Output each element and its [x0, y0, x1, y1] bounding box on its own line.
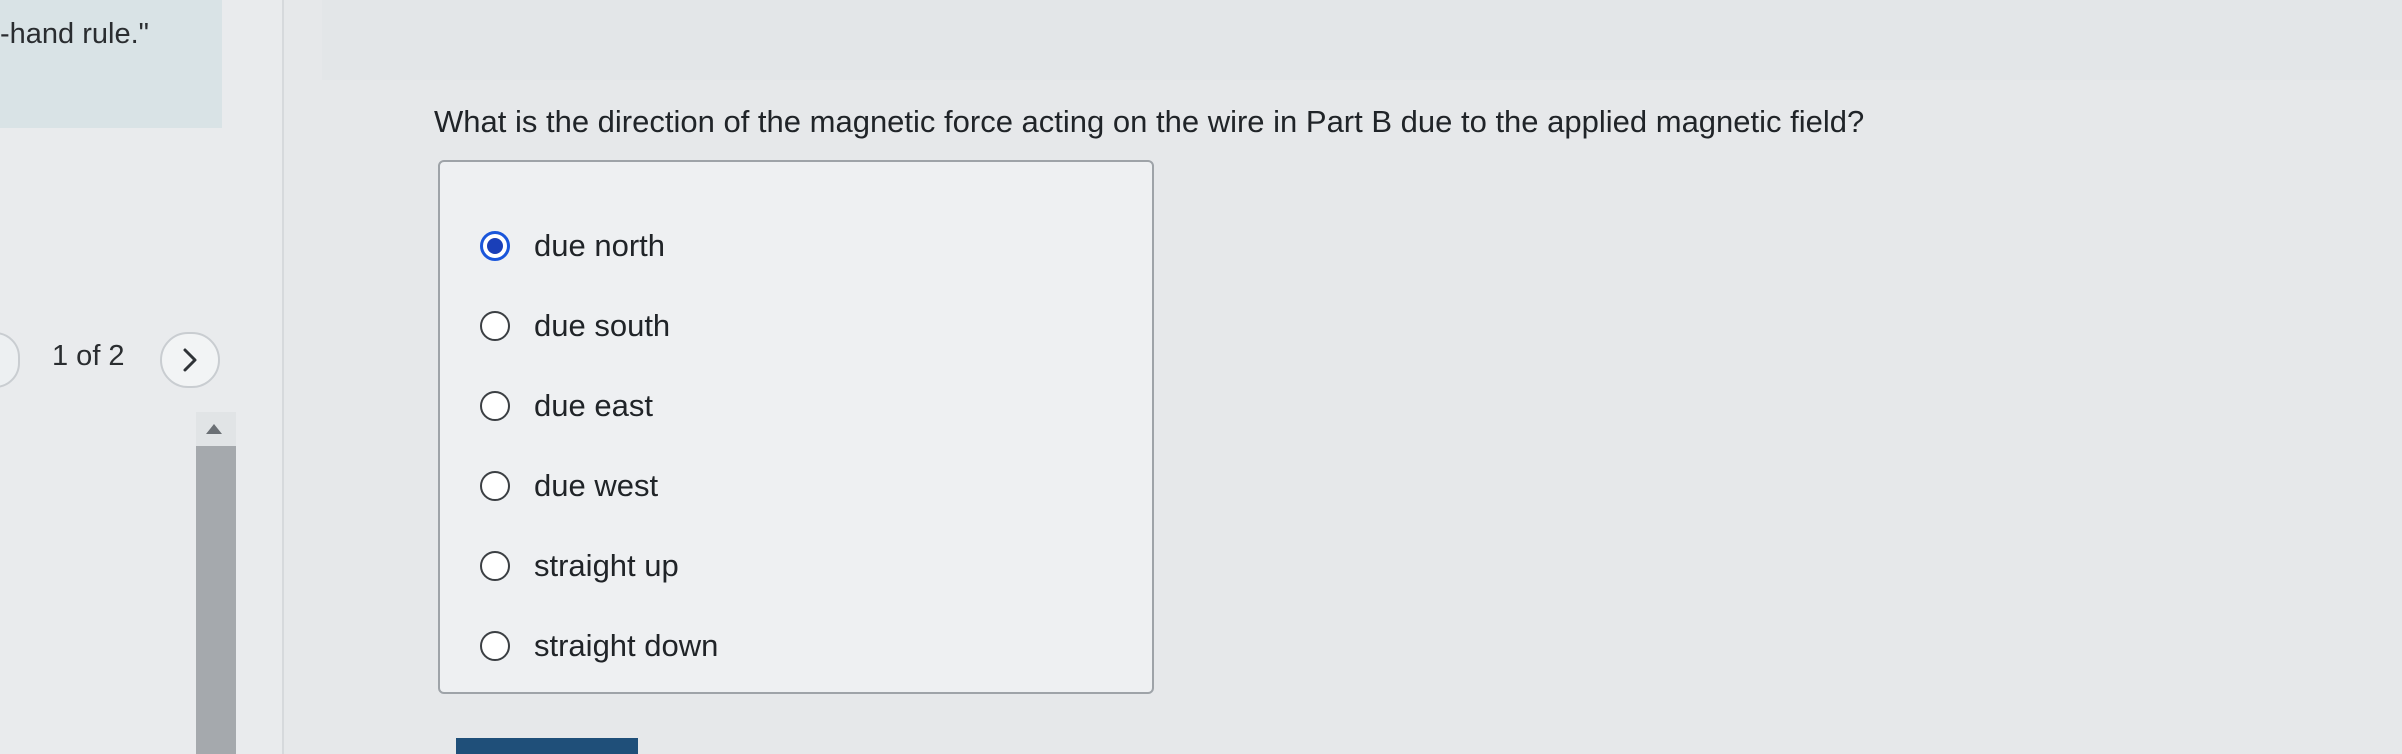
option-straight-up[interactable]: straight up [480, 538, 679, 594]
option-label: due east [534, 388, 653, 423]
scrollbar[interactable] [196, 412, 236, 754]
option-straight-down[interactable]: straight down [480, 618, 718, 674]
option-due-west[interactable]: due west [480, 458, 658, 514]
option-due-north[interactable]: due north [480, 218, 665, 274]
option-label: straight down [534, 628, 719, 663]
radio-button[interactable] [480, 551, 510, 581]
option-label: straight up [534, 548, 679, 583]
left-panel: -hand rule." 1 of 2 [0, 0, 284, 754]
chevron-right-icon [183, 348, 197, 372]
radio-button[interactable] [480, 471, 510, 501]
pager: 1 of 2 [0, 322, 260, 394]
submit-button[interactable] [456, 738, 638, 754]
scroll-up-icon[interactable] [206, 424, 222, 434]
top-strip [322, 0, 2402, 80]
answer-options: due north due south due east due west st… [438, 160, 1154, 694]
option-label: due south [534, 308, 671, 343]
previous-button[interactable] [0, 332, 20, 388]
hint-box: -hand rule." [0, 0, 222, 128]
pager-text: 1 of 2 [52, 340, 125, 372]
next-button[interactable] [160, 332, 220, 388]
scrollbar-thumb[interactable] [196, 446, 236, 754]
radio-selected[interactable] [480, 231, 510, 261]
radio-button[interactable] [480, 631, 510, 661]
option-due-south[interactable]: due south [480, 298, 670, 354]
question-text: What is the direction of the magnetic fo… [434, 104, 1865, 139]
option-due-east[interactable]: due east [480, 378, 653, 434]
option-label: due north [534, 228, 665, 263]
radio-button[interactable] [480, 391, 510, 421]
hint-text: -hand rule." [0, 18, 149, 50]
option-label: due west [534, 468, 659, 503]
radio-button[interactable] [480, 311, 510, 341]
